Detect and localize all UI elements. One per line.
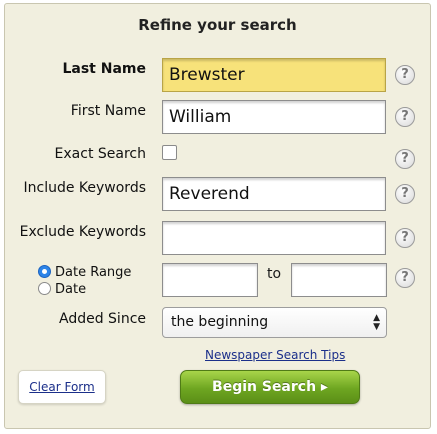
exact-search-checkbox[interactable] <box>162 145 177 160</box>
panel-title: Refine your search <box>138 16 297 34</box>
include-keywords-input[interactable]: Reverend <box>162 177 386 211</box>
date-option[interactable]: Date <box>38 282 86 297</box>
date-help-icon[interactable]: ? <box>395 268 415 288</box>
exact-search-help-icon[interactable]: ? <box>395 149 415 169</box>
clear-form-button[interactable]: Clear Form <box>18 370 106 404</box>
date-to-input[interactable] <box>291 263 387 297</box>
date-radio[interactable] <box>38 282 51 295</box>
exclude-keywords-label: Exclude Keywords <box>19 224 146 240</box>
include-keywords-label: Include Keywords <box>23 180 147 196</box>
date-to-separator: to <box>267 266 282 282</box>
refine-search-panel: Refine your search Last Name Brewster ? … <box>4 3 431 429</box>
first-name-help-icon[interactable]: ? <box>395 107 415 127</box>
exclude-keywords-input[interactable] <box>162 221 386 255</box>
added-since-select[interactable]: the beginning ▲ ▼ <box>162 307 387 338</box>
newspaper-search-tips-link[interactable]: Newspaper Search Tips <box>205 348 345 362</box>
include-keywords-help-icon[interactable]: ? <box>395 184 415 204</box>
select-arrow-icon: ▲ ▼ <box>373 313 380 332</box>
first-name-input[interactable]: William <box>162 100 386 134</box>
last-name-label: Last Name <box>62 61 146 77</box>
first-name-label: First Name <box>70 103 146 119</box>
exclude-keywords-help-icon[interactable]: ? <box>395 228 415 248</box>
added-since-value: the beginning <box>171 314 269 330</box>
added-since-label: Added Since <box>58 311 146 327</box>
date-range-label: Date Range <box>55 265 132 280</box>
begin-search-button[interactable]: Begin Search ▸ <box>180 370 360 404</box>
last-name-help-icon[interactable]: ? <box>395 65 415 85</box>
date-range-option[interactable]: Date Range <box>38 265 131 280</box>
date-range-radio[interactable] <box>38 265 51 278</box>
date-from-input[interactable] <box>162 263 258 297</box>
last-name-input[interactable]: Brewster <box>162 58 386 92</box>
exact-search-label: Exact Search <box>54 146 146 162</box>
date-label: Date <box>55 282 87 297</box>
